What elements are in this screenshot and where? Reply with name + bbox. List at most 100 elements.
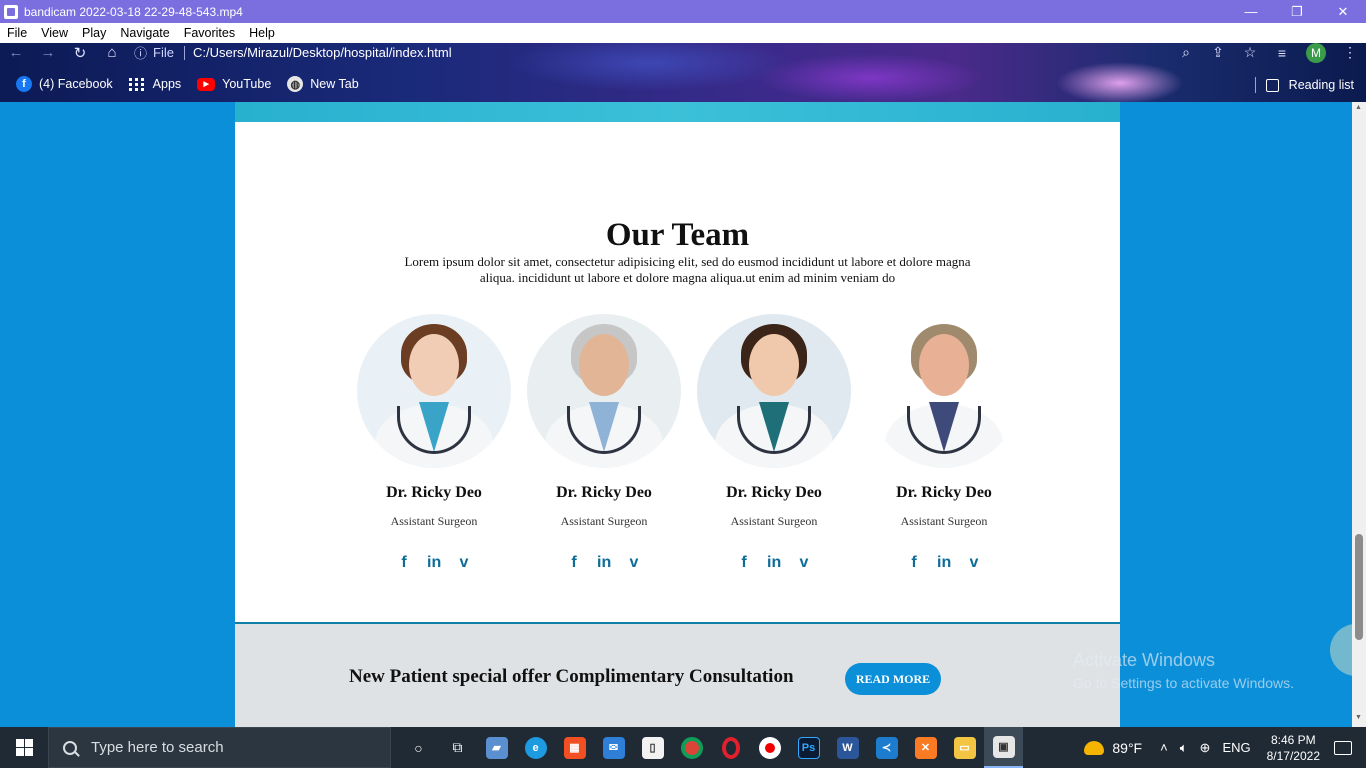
scrollbar-thumb[interactable]: [1355, 534, 1363, 640]
cursor-highlight: [1330, 624, 1352, 676]
bookmark-facebook[interactable]: f (4) Facebook: [16, 76, 113, 92]
omnibox-divider: [183, 45, 185, 60]
bookmark-label: (4) Facebook: [39, 77, 113, 91]
app-icon[interactable]: ▰: [477, 727, 516, 768]
facebook-icon[interactable]: f: [737, 554, 751, 572]
menu-file[interactable]: File: [0, 26, 34, 40]
facebook-icon[interactable]: f: [397, 554, 411, 572]
temperature: 89°F: [1112, 739, 1143, 756]
vscode-icon[interactable]: ≺: [867, 727, 906, 768]
member-name: Dr. Ricky Deo: [386, 484, 482, 501]
linkedin-icon[interactable]: in: [427, 554, 441, 572]
record-icon[interactable]: [750, 727, 789, 768]
chevron-up-icon[interactable]: ˄: [1160, 740, 1168, 755]
back-icon[interactable]: ←: [0, 44, 32, 61]
close-button[interactable]: ✕: [1320, 0, 1366, 23]
clock-time: 8:46 PM: [1270, 732, 1316, 747]
network-icon[interactable]: ⊕: [1200, 740, 1211, 756]
mail-icon[interactable]: ✉: [594, 727, 633, 768]
weather-widget[interactable]: 89°F: [1084, 740, 1142, 756]
start-button[interactable]: [0, 727, 48, 768]
menu-help[interactable]: Help: [242, 26, 282, 40]
doctor-photo: [527, 314, 681, 468]
windows-taskbar: Type here to search ○ ⧉ ▰ e ▦ ✉ ▯ Ps W ≺…: [0, 727, 1366, 768]
member-role: Assistant Surgeon: [560, 514, 648, 528]
facebook-icon[interactable]: f: [567, 554, 581, 572]
bookmark-youtube[interactable]: ▶ YouTube: [197, 77, 271, 91]
minimize-button[interactable]: —: [1228, 0, 1274, 23]
menu-play[interactable]: Play: [75, 26, 113, 40]
xampp-icon[interactable]: ✕: [906, 727, 945, 768]
search-placeholder: Type here to search: [91, 739, 224, 756]
volume-icon[interactable]: 🔈︎: [1180, 740, 1188, 756]
info-icon[interactable]: ⓘ: [134, 43, 147, 62]
menu-kebab-icon[interactable]: ⋮: [1334, 44, 1366, 61]
profile-avatar[interactable]: M: [1306, 42, 1326, 63]
social-links: f in v: [859, 554, 1029, 572]
bookmark-apps[interactable]: Apps: [128, 77, 181, 91]
media-icon[interactable]: ≡: [1266, 45, 1298, 61]
member-role: Assistant Surgeon: [730, 514, 818, 528]
forward-icon[interactable]: →: [32, 44, 64, 61]
member-role: Assistant Surgeon: [900, 514, 988, 528]
restore-button[interactable]: ❐: [1274, 0, 1320, 23]
vimeo-icon[interactable]: v: [627, 554, 641, 572]
menu-navigate[interactable]: Navigate: [113, 26, 176, 40]
edge-icon[interactable]: e: [516, 727, 555, 768]
reading-list-button[interactable]: Reading list: [1254, 77, 1354, 93]
bookmark-new-tab[interactable]: ◍ New Tab: [287, 76, 359, 92]
facebook-icon: f: [16, 76, 32, 92]
linkedin-icon[interactable]: in: [937, 554, 951, 572]
word-icon[interactable]: W: [828, 727, 867, 768]
star-icon[interactable]: ☆: [1234, 44, 1266, 61]
menu-favorites[interactable]: Favorites: [177, 26, 242, 40]
clock[interactable]: 8:46 PM 8/17/2022: [1267, 732, 1320, 764]
globe-icon: ◍: [287, 76, 304, 92]
file-explorer-icon[interactable]: ▭: [945, 727, 984, 768]
language-indicator[interactable]: ENG: [1222, 740, 1250, 755]
page-scrollbar[interactable]: ▲ ▼: [1352, 102, 1366, 727]
task-view-icon[interactable]: ⧉: [438, 727, 477, 768]
file-icon[interactable]: ▯: [633, 727, 672, 768]
url-text[interactable]: C:/Users/Mirazul/Desktop/hospital/index.…: [193, 45, 452, 60]
vimeo-icon[interactable]: v: [457, 554, 471, 572]
scroll-up-icon[interactable]: ▲: [1355, 104, 1362, 111]
facebook-icon[interactable]: f: [907, 554, 921, 572]
doctor-photo: [867, 314, 1021, 468]
clock-date: 8/17/2022: [1266, 748, 1320, 763]
linkedin-icon[interactable]: in: [597, 554, 611, 572]
read-more-button[interactable]: READ MORE: [845, 663, 941, 695]
address-row: ← → ↻ ⌂ ⓘ File C:/Users/Mirazul/Desktop/…: [0, 42, 1366, 63]
taskbar-apps: ○ ⧉ ▰ e ▦ ✉ ▯ Ps W ≺ ✕ ▭ ▣: [399, 727, 1023, 768]
linkedin-icon[interactable]: in: [767, 554, 781, 572]
taskbar-search[interactable]: Type here to search: [48, 727, 391, 768]
scroll-down-icon[interactable]: ▼: [1355, 714, 1362, 721]
vimeo-icon[interactable]: v: [797, 554, 811, 572]
watermark-subtitle: Go to Settings to activate Windows.: [1073, 675, 1294, 691]
weather-icon: [1084, 740, 1105, 755]
home-icon[interactable]: ⌂: [96, 44, 128, 61]
member-name: Dr. Ricky Deo: [726, 484, 822, 501]
notification-icon[interactable]: [1334, 740, 1352, 755]
bandicam-app-icon: [4, 4, 18, 19]
cortana-icon[interactable]: ○: [399, 727, 438, 768]
opera-icon[interactable]: [711, 727, 750, 768]
bandicam-taskbar-icon[interactable]: ▣: [984, 727, 1023, 768]
address-bar[interactable]: ⓘ File C:/Users/Mirazul/Desktop/hospital…: [134, 43, 1170, 62]
share-icon[interactable]: ⇪: [1202, 44, 1234, 61]
photoshop-icon[interactable]: Ps: [789, 727, 828, 768]
vimeo-icon[interactable]: v: [967, 554, 981, 572]
reload-icon[interactable]: ↻: [64, 44, 96, 62]
store-icon[interactable]: ▦: [555, 727, 594, 768]
doctor-photo: [697, 314, 851, 468]
search-icon: [63, 740, 77, 755]
zoom-icon[interactable]: ⌕: [1170, 44, 1202, 61]
doctor-photo: [357, 314, 511, 468]
player-titlebar: bandicam 2022-03-18 22-29-48-543.mp4 — ❐…: [0, 0, 1366, 23]
window-title: bandicam 2022-03-18 22-29-48-543.mp4: [24, 4, 243, 19]
team-title: Our Team: [605, 217, 750, 253]
team-section: Our Team Lorem ipsum dolor sit amet, con…: [235, 122, 1120, 624]
menu-view[interactable]: View: [34, 26, 75, 40]
chrome-icon[interactable]: [672, 727, 711, 768]
reading-divider: [1254, 77, 1256, 93]
